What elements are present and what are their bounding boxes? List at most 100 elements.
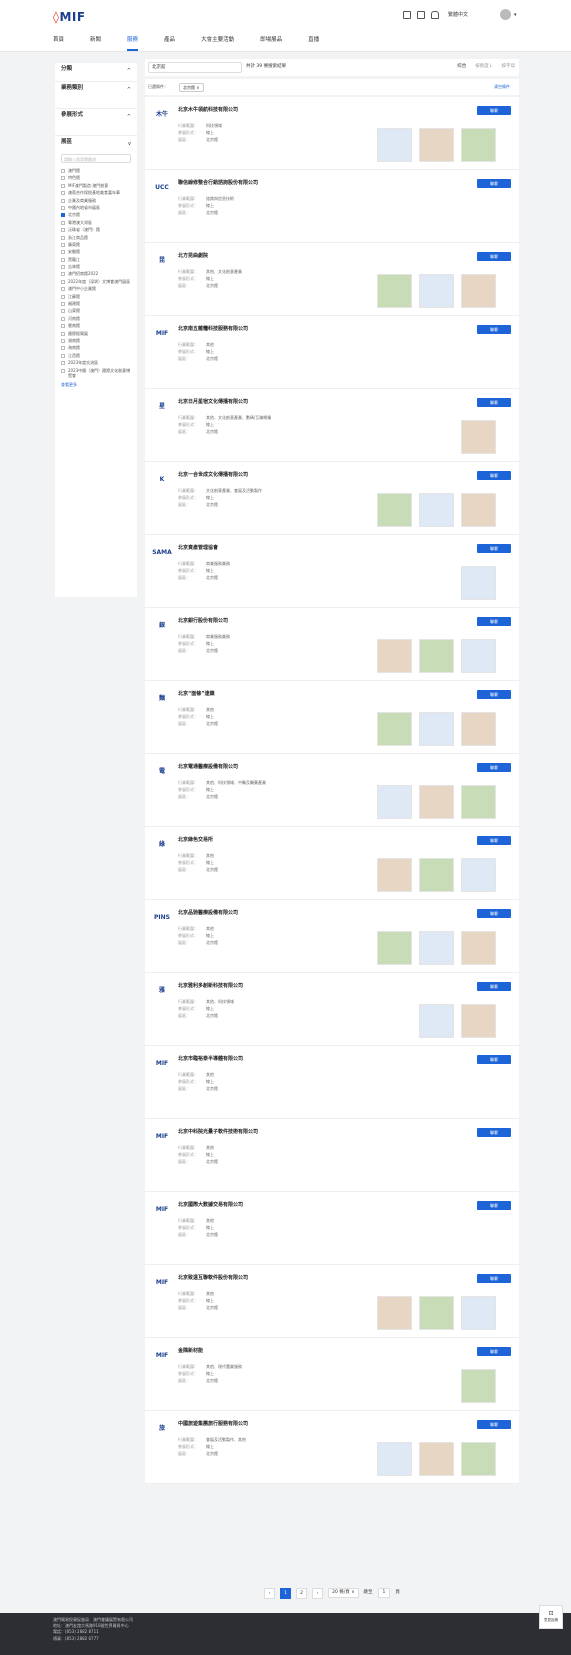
- product-thumbnail[interactable]: [377, 712, 412, 746]
- company-card[interactable]: 旅 中國旅遊集團旅行服務有限公司 行業範圍： 會展及活動製作、其他 參展形式： 線上 展區：…: [145, 1411, 519, 1484]
- company-card[interactable]: 電 北京電通醫療設備有限公司 行業範圍： 其他、科技領域、中醫及醫藥產業 參展形式： 線上…: [145, 754, 519, 827]
- company-card[interactable]: 麵 北京“面條”連鎖 行業範圍： 其他 參展形式： 線上 展區： 北京館 聯繫: [145, 681, 519, 754]
- company-card[interactable]: MIF 北京國際大數據交易有限公司 行業範圍： 其他 參展形式： 線上 展區： 北京館 聯繫: [145, 1192, 519, 1265]
- company-card[interactable]: 木牛 北京木牛領航科技有限公司 行業範圍： 科技領域 參展形式： 線上 展區： 北京館 聯繫: [145, 97, 519, 170]
- product-thumbnail[interactable]: [461, 493, 496, 527]
- hall-option[interactable]: 2023中國（澳門）國際文化創意博覽會: [55, 367, 137, 380]
- prev-page-button[interactable]: ‹: [264, 1587, 276, 1599]
- checkbox[interactable]: [61, 338, 65, 343]
- contact-button[interactable]: 聯繫: [477, 106, 511, 115]
- company-card[interactable]: 綠 北京綠色交易所 行業範圍： 其他 參展形式： 線上 展區： 北京館 聯繫: [145, 827, 519, 900]
- chevron-up-icon[interactable]: ^: [127, 87, 131, 94]
- company-name[interactable]: 北京南五雜糧科技服務有限公司: [178, 326, 248, 333]
- filter-exhibit-form[interactable]: 參展形式 ^: [55, 109, 137, 136]
- company-card[interactable]: MIF 金隅新材能 行業範圍： 其他、現代農業服務 參展形式： 線上 展區： 北京館 聯繫: [145, 1338, 519, 1411]
- checkbox[interactable]: [61, 287, 65, 292]
- page-1[interactable]: 1: [280, 1587, 292, 1599]
- hall-option[interactable]: 粵港澳大灣區: [55, 219, 137, 226]
- checkbox[interactable]: [61, 302, 65, 307]
- nav-item[interactable]: 新聞: [90, 37, 101, 51]
- checkbox[interactable]: [61, 191, 65, 196]
- company-name[interactable]: 北京市臨裕泰半導體有限公司: [178, 1056, 243, 1063]
- product-thumbnail[interactable]: [377, 639, 412, 673]
- hall-option[interactable]: 特色館: [55, 174, 137, 181]
- contact-button[interactable]: 聯繫: [477, 836, 511, 845]
- contact-button[interactable]: 聯繫: [477, 398, 511, 407]
- company-card[interactable]: MIF 北京市臨裕泰半導體有限公司 行業範圍： 其他 參展形式： 線上 展區： 北京館 聯繫: [145, 1046, 519, 1119]
- hall-option[interactable]: 江西館: [55, 352, 137, 359]
- product-thumbnail[interactable]: [377, 493, 412, 527]
- checkbox[interactable]: [61, 353, 65, 358]
- product-thumbnail[interactable]: [419, 128, 454, 162]
- chevron-up-icon[interactable]: ^: [127, 114, 131, 121]
- bookmark-icon[interactable]: [417, 11, 425, 19]
- nav-item[interactable]: 大會主要活動: [201, 37, 234, 51]
- product-thumbnail[interactable]: [419, 1442, 454, 1476]
- company-card[interactable]: 星 北京日月星宿文化傳播有限公司 行業範圍： 其他、文化創意產業、數碼/互聯網業 參展形…: [145, 389, 519, 462]
- hall-option[interactable]: 廣東館: [55, 241, 137, 248]
- contact-button[interactable]: 聯繫: [477, 252, 511, 261]
- chevron-down-icon[interactable]: v: [128, 141, 131, 148]
- hall-option[interactable]: 江蘇館: [55, 293, 137, 300]
- contact-button[interactable]: 聯繫: [477, 179, 511, 188]
- company-name[interactable]: 北京資產管理協會: [178, 545, 218, 552]
- product-thumbnail[interactable]: [419, 785, 454, 819]
- company-card[interactable]: MIF 北京南五雜糧科技服務有限公司 行業範圍： 其他 參展形式： 線上 展區： 北京館 聯繫: [145, 316, 519, 389]
- contact-button[interactable]: 聯繫: [477, 471, 511, 480]
- product-thumbnail[interactable]: [419, 858, 454, 892]
- contact-button[interactable]: 聯繫: [477, 982, 511, 991]
- hall-option[interactable]: 澳門中小企業館: [55, 285, 137, 292]
- company-card[interactable]: 雅 北京雅利多創新科技有限公司 行業範圍： 其他、科技領域 參展形式： 線上 展區： 北京館 聯…: [145, 973, 519, 1046]
- product-thumbnail[interactable]: [377, 785, 412, 819]
- checkbox[interactable]: [61, 272, 65, 277]
- hall-option[interactable]: 湖南館: [55, 337, 137, 344]
- company-name[interactable]: 北京木牛領航科技有限公司: [178, 107, 238, 114]
- nav-item[interactable]: 服務: [127, 37, 139, 52]
- product-thumbnail[interactable]: [419, 493, 454, 527]
- company-name[interactable]: 金隅新材能: [178, 1348, 203, 1355]
- filter-hall[interactable]: 展區 v: [55, 136, 137, 150]
- product-thumbnail[interactable]: [461, 931, 496, 965]
- company-card[interactable]: SAMA 北京資產管理協會 行業範圍： 商業服務業務 參展形式： 線上 展區： 北京館 聯繫: [145, 535, 519, 608]
- product-thumbnail[interactable]: [461, 785, 496, 819]
- page-size-select[interactable]: 20 條/頁 ∨: [328, 1588, 359, 1598]
- checkbox[interactable]: [61, 265, 65, 270]
- checkbox[interactable]: [61, 228, 65, 233]
- contact-button[interactable]: 聯繫: [477, 1055, 511, 1064]
- checkbox[interactable]: [61, 183, 65, 188]
- hall-option[interactable]: 澳門招商館2022: [55, 270, 137, 277]
- product-thumbnail[interactable]: [419, 1004, 454, 1038]
- filter-category[interactable]: 分類 ^: [55, 63, 137, 82]
- contact-button[interactable]: 聯繫: [477, 1128, 511, 1137]
- product-thumbnail[interactable]: [377, 858, 412, 892]
- company-name[interactable]: 北京“面條”連鎖: [178, 691, 215, 698]
- company-card[interactable]: UCC 聯信線修整合行銷諮詢股份有限公司 行業範圍： 諮詢與信息技術 參展形式： 線上 展區…: [145, 170, 519, 243]
- clear-filters-button[interactable]: 清空條件: [494, 84, 510, 89]
- checkbox[interactable]: [61, 198, 65, 203]
- checkbox[interactable]: [61, 169, 65, 173]
- product-thumbnail[interactable]: [461, 712, 496, 746]
- company-name[interactable]: 北京日月星宿文化傳播有限公司: [178, 399, 248, 406]
- nav-item[interactable]: 即場展品: [260, 37, 282, 51]
- company-card[interactable]: 銀 北京銀行股份有限公司 行業範圍： 商業服務業務 參展形式： 線上 展區： 北京館 聯繫: [145, 608, 519, 681]
- language-select[interactable]: 繁體中文: [448, 12, 468, 19]
- goto-input[interactable]: 1: [377, 1588, 391, 1598]
- checkbox[interactable]: [61, 250, 65, 255]
- company-name[interactable]: 北京國際大數據交易有限公司: [178, 1202, 243, 1209]
- product-thumbnail[interactable]: [461, 566, 496, 600]
- product-thumbnail[interactable]: [461, 128, 496, 162]
- product-thumbnail[interactable]: [377, 274, 412, 308]
- company-name[interactable]: 北京電通醫療設備有限公司: [178, 764, 238, 771]
- checkbox[interactable]: [61, 331, 65, 336]
- checkbox[interactable]: [61, 309, 65, 314]
- contact-button[interactable]: 聯繫: [477, 544, 511, 553]
- product-thumbnail[interactable]: [377, 1296, 412, 1330]
- nav-item[interactable]: 首頁: [53, 37, 64, 51]
- product-thumbnail[interactable]: [377, 1442, 412, 1476]
- next-page-button[interactable]: ›: [312, 1587, 324, 1599]
- product-thumbnail[interactable]: [461, 1369, 496, 1403]
- product-thumbnail[interactable]: [461, 1442, 496, 1476]
- search-input[interactable]: 北京館: [148, 62, 242, 73]
- calendar-icon[interactable]: [403, 11, 411, 19]
- hall-option[interactable]: 2022年度（深圳）文博會澳門展區: [55, 278, 137, 285]
